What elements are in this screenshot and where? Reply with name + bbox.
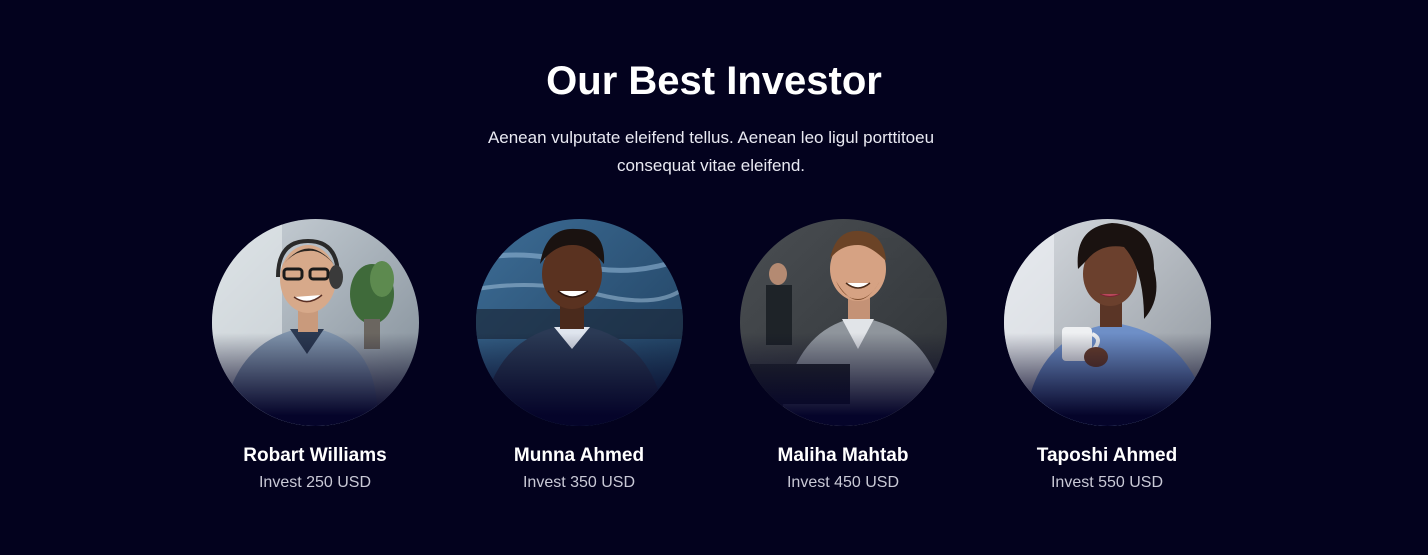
investor-name: Maliha Mahtab bbox=[777, 445, 909, 466]
section-title: Our Best Investor bbox=[546, 59, 882, 103]
investor-card[interactable]: Taposhi Ahmed Invest 550 USD bbox=[975, 219, 1239, 509]
investor-card[interactable]: Robart Williams Invest 250 USD bbox=[183, 219, 447, 509]
investor-name: Taposhi Ahmed bbox=[1036, 445, 1178, 466]
investor-amount: Invest 550 USD bbox=[1050, 474, 1164, 491]
investor-amount: Invest 250 USD bbox=[258, 474, 372, 491]
investor-photo bbox=[212, 219, 419, 426]
investor-card[interactable]: Munna Ahmed Invest 350 USD bbox=[447, 219, 711, 509]
section-subtitle: Aenean vulputate eleifend tellus. Aenean… bbox=[487, 128, 935, 175]
investor-name: Munna Ahmed bbox=[513, 445, 645, 466]
investor-amount: Invest 350 USD bbox=[522, 474, 636, 491]
investor-photo bbox=[476, 219, 683, 426]
investor-photo bbox=[1004, 219, 1211, 426]
investor-photo bbox=[740, 219, 947, 426]
investor-name: Robart Williams bbox=[243, 445, 387, 466]
investor-amount: Invest 450 USD bbox=[786, 474, 900, 491]
investor-card[interactable]: Maliha Mahtab Invest 450 USD bbox=[711, 219, 975, 509]
investors-section: Our Best Investor Aenean vulputate eleif… bbox=[0, 0, 1428, 555]
